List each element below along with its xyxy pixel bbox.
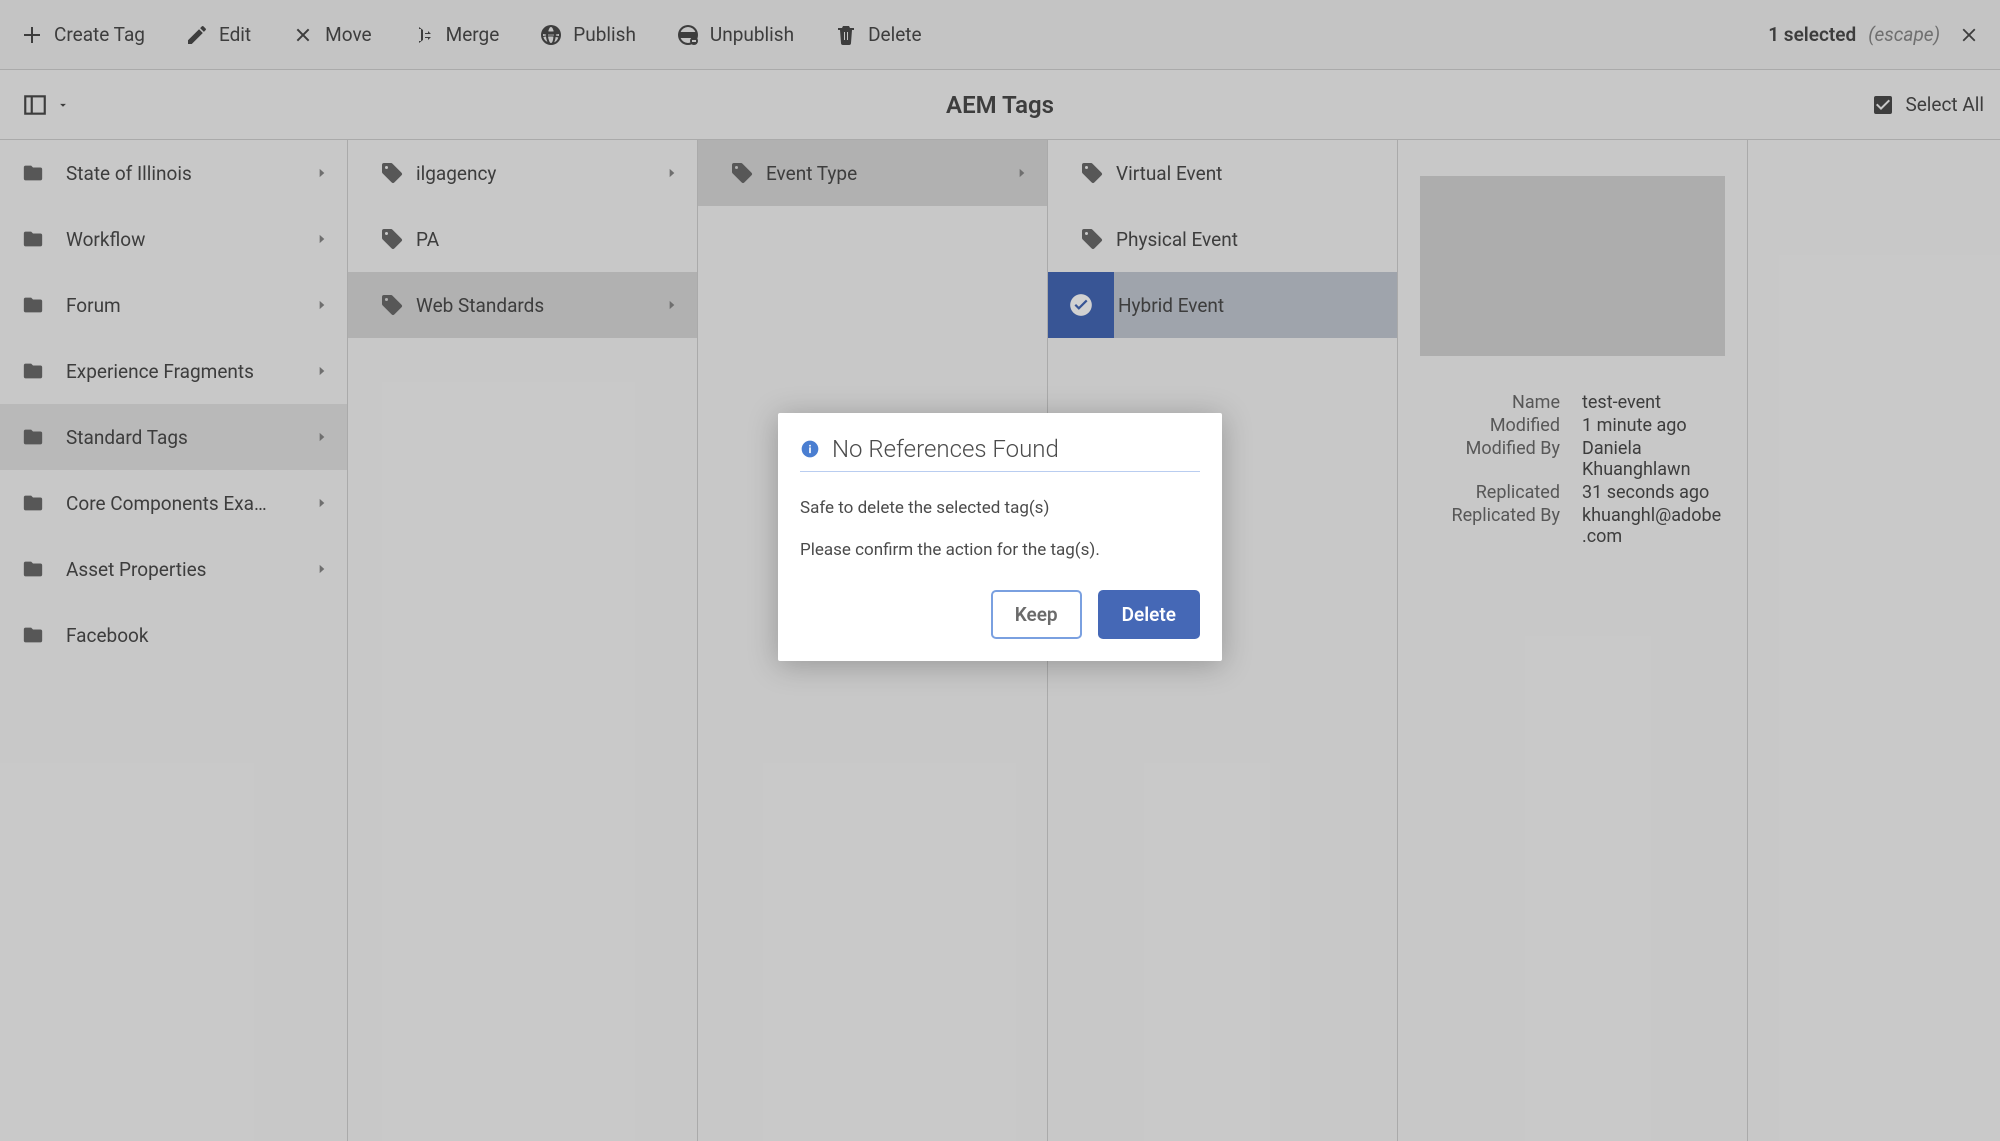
confirm-dialog: No References Found Safe to delete the s… [778, 413, 1222, 661]
info-icon [800, 439, 820, 459]
dialog-line2: Please confirm the action for the tag(s)… [800, 540, 1200, 560]
dialog-body: Safe to delete the selected tag(s) Pleas… [800, 498, 1200, 560]
keep-button[interactable]: Keep [991, 590, 1082, 639]
dialog-line1: Safe to delete the selected tag(s) [800, 498, 1200, 518]
delete-confirm-button[interactable]: Delete [1098, 590, 1200, 639]
dialog-title: No References Found [832, 435, 1059, 463]
dialog-divider [800, 471, 1200, 472]
dialog-header: No References Found [800, 435, 1200, 463]
dialog-actions: Keep Delete [800, 590, 1200, 639]
